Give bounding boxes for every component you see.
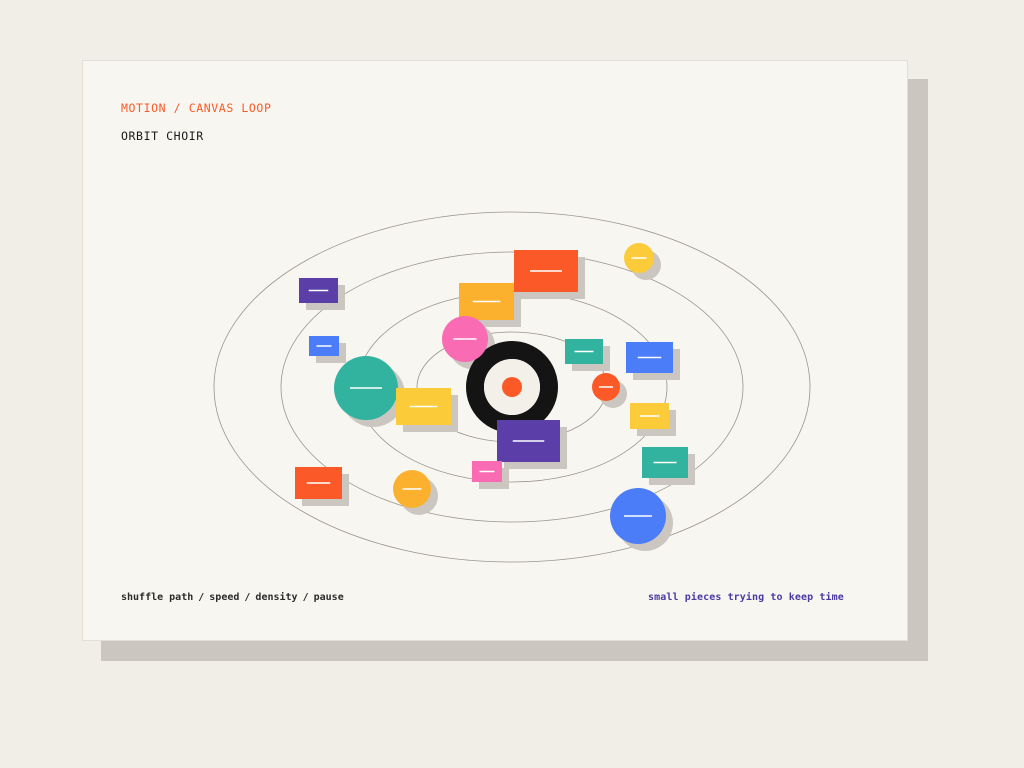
hub-center-dot bbox=[502, 377, 522, 397]
orbit-canvas[interactable] bbox=[0, 0, 1024, 768]
